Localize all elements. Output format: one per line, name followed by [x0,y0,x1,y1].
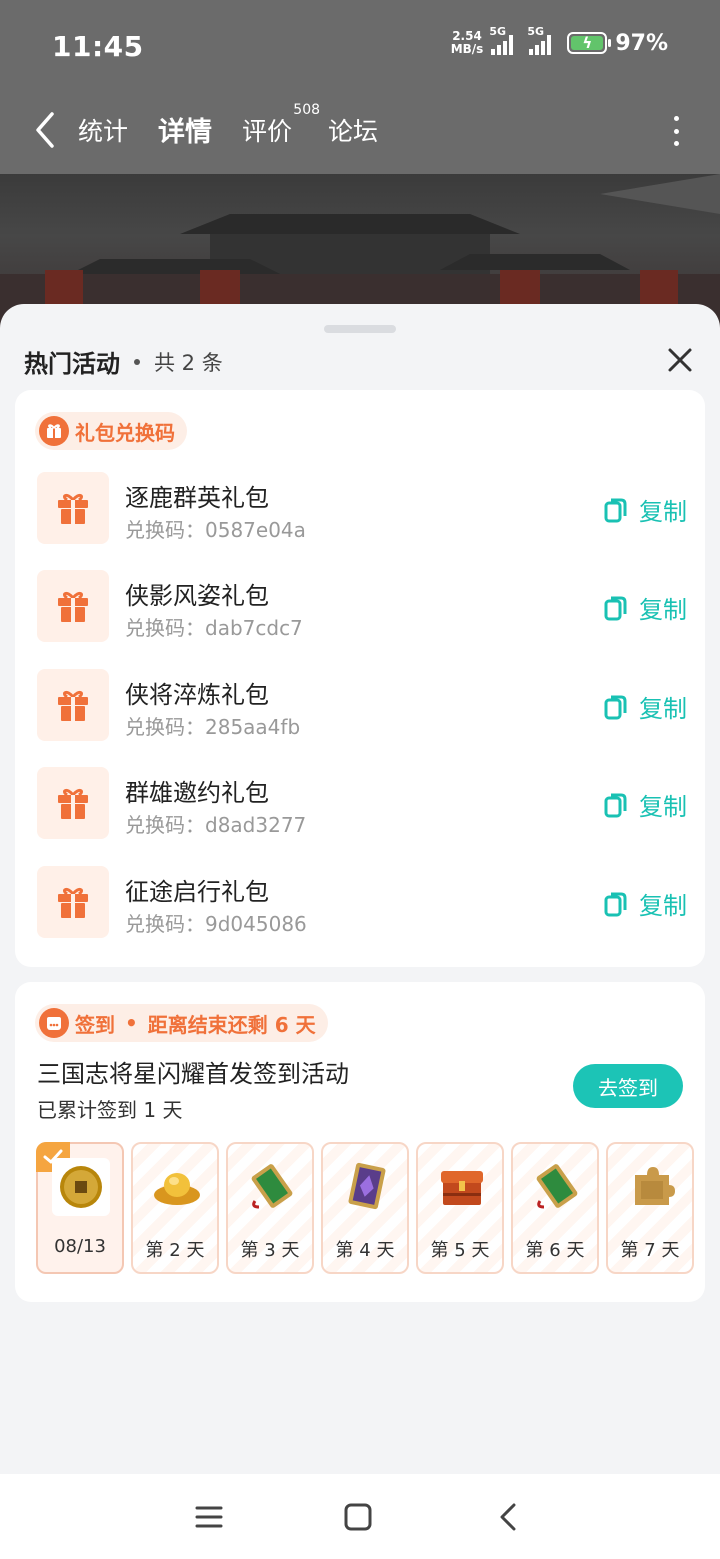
go-signin-button[interactable]: 去签到 [573,1064,683,1108]
day-label: 第 2 天 [145,1240,205,1261]
signin-tag: 签到 • 距离结束还剩 6 天 [35,1004,328,1042]
day-label: 第 3 天 [240,1240,300,1261]
copy-button[interactable]: 复制 [603,492,687,527]
signal-icon: 5G [489,25,521,55]
signin-remaining: 距离结束还剩 6 天 [147,1012,316,1037]
copy-button[interactable]: 复制 [603,787,687,822]
battery-icon: ϟ [567,32,612,54]
treasure-chest-icon [436,1158,488,1214]
back-icon[interactable] [494,1502,524,1532]
close-icon[interactable] [666,346,694,374]
signin-day[interactable]: 第 2 天 [131,1142,219,1274]
gift-code-card: 礼包兑换码 逐鹿群英礼包 兑换码：0587e04a 复制 侠影风姿礼包 兑换码：… [15,390,705,967]
status-bar: 11:45 2.54 MB/s 5G 5G ϟ 97% [0,0,720,96]
gift-name: 侠影风姿礼包 [125,582,269,610]
copy-icon [604,596,627,620]
system-nav-bar [0,1474,720,1559]
day-label: 第 4 天 [335,1240,395,1261]
network-type-2: 5G [527,25,545,38]
signin-card: 签到 • 距离结束还剩 6 天 三国志将星闪耀首发签到活动 已累计签到 1 天 … [15,982,705,1302]
back-arrow-icon[interactable] [30,110,60,150]
battery-percent: 97% [615,30,668,56]
copy-button[interactable]: 复制 [603,590,687,625]
gift-box-icon [37,669,109,741]
network-type-1: 5G [489,25,507,38]
gift-code-tag: 礼包兑换码 [35,412,187,450]
gift-box-icon [37,472,109,544]
sheet-count: 共 2 条 [154,350,223,375]
purple-card-icon [341,1158,393,1214]
signin-day[interactable]: 第 5 天 [416,1142,504,1274]
gift-item: 征途启行礼包 兑换码：9d045086 复制 [37,866,687,938]
drag-handle[interactable] [324,325,396,333]
tab-reviews[interactable]: 评价 508 [242,102,320,149]
day-label: 第 6 天 [525,1240,585,1261]
copy-icon [604,793,627,817]
gift-item: 逐鹿群英礼包 兑换码：0587e04a 复制 [37,472,687,544]
gift-code: 兑换码：d8ad3277 [125,813,307,837]
tab-forum[interactable]: 论坛 [328,108,378,149]
gift-code: 兑换码：0587e04a [125,518,306,542]
coin-icon [52,1158,110,1216]
day-label: 第 5 天 [430,1240,490,1261]
copy-icon [604,498,627,522]
calendar-icon [39,1008,69,1038]
signal-icon-2: 5G [527,25,559,55]
review-count-badge: 508 [293,102,321,118]
copy-button[interactable]: 复制 [603,689,687,724]
gift-name: 逐鹿群英礼包 [125,484,269,512]
network-speed: 2.54 MB/s [451,30,484,56]
gift-name: 征途启行礼包 [125,878,269,906]
tab-bar: 统计 详情 评价 508 论坛 [78,102,378,155]
sheet-title: 热门活动 共 2 条 [24,344,223,379]
signin-title: 三国志将星闪耀首发签到活动 [37,1060,349,1088]
speed-unit: MB/s [450,42,484,56]
jade-token-icon [246,1158,298,1214]
gift-item: 群雄邀约礼包 兑换码：d8ad3277 复制 [37,767,687,839]
gift-box-icon [37,767,109,839]
signin-day[interactable]: 08/13 [36,1142,124,1274]
jade-token-icon [531,1158,583,1214]
gift-box-icon [37,570,109,642]
gift-code: 兑换码：dab7cdc7 [125,616,303,640]
signin-progress: 已累计签到 1 天 [37,1098,183,1122]
gift-box-icon [37,866,109,938]
gift-code: 兑换码：9d045086 [125,912,307,936]
day-label: 第 7 天 [620,1240,680,1261]
signin-days: 08/13 第 2 天 第 3 天 第 4 天 第 5 天 第 6 天 第 7 … [36,1142,694,1274]
tab-stats[interactable]: 统计 [78,108,128,149]
gift-item: 侠将淬炼礼包 兑换码：285aa4fb 复制 [37,669,687,741]
activity-sheet: 热门活动 共 2 条 礼包兑换码 逐鹿群英礼包 兑换码：0587e04a 复制 [0,304,720,1474]
status-indicators: 2.54 MB/s 5G 5G ϟ 97% [451,25,668,56]
day-label: 08/13 [54,1236,106,1257]
gift-item: 侠影风姿礼包 兑换码：dab7cdc7 复制 [37,570,687,642]
gift-code: 兑换码：285aa4fb [125,715,301,739]
copy-button[interactable]: 复制 [603,886,687,921]
signin-day[interactable]: 第 4 天 [321,1142,409,1274]
top-nav: 统计 详情 评价 508 论坛 [0,96,720,174]
status-time: 11:45 [52,30,144,63]
signin-day[interactable]: 第 3 天 [226,1142,314,1274]
sheet-title-text: 热门活动 [24,350,120,378]
home-icon[interactable] [343,1502,373,1532]
gift-name: 群雄邀约礼包 [125,779,269,807]
more-menu-icon[interactable] [672,116,680,146]
menu-icon[interactable] [194,1502,224,1532]
gold-ingot-icon [151,1158,203,1214]
gift-name: 侠将淬炼礼包 [125,681,269,709]
signin-day[interactable]: 第 6 天 [511,1142,599,1274]
puzzle-piece-icon [626,1158,678,1214]
copy-icon [604,892,627,916]
tab-details[interactable]: 详情 [156,108,215,155]
copy-icon [604,695,627,719]
signin-day[interactable]: 第 7 天 [606,1142,694,1274]
gift-tag-icon [39,416,69,446]
